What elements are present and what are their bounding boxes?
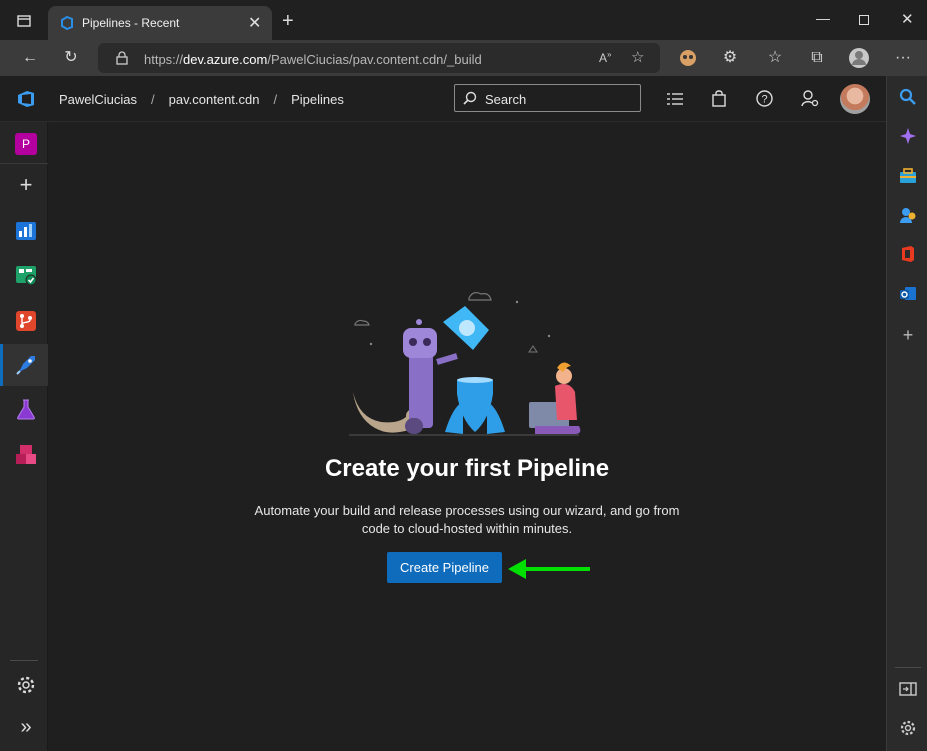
project-settings-gear-icon[interactable]: [15, 674, 37, 696]
user-settings-icon[interactable]: [801, 90, 819, 107]
new-tab-icon[interactable]: +: [282, 10, 294, 33]
breadcrumb-pipelines[interactable]: Pipelines: [291, 92, 344, 107]
favorites-icon[interactable]: ☆: [765, 48, 785, 68]
page-title: Create your first Pipeline: [324, 455, 610, 482]
overview-icon[interactable]: [15, 220, 37, 242]
collections-icon[interactable]: ⧉: [807, 48, 827, 68]
add-icon[interactable]: +: [15, 174, 37, 196]
more-icon[interactable]: ···: [893, 48, 913, 68]
main-content: Create your first Pipeline Automate your…: [49, 122, 886, 751]
office-icon[interactable]: [899, 245, 917, 263]
tab-title: Pipelines - Recent: [82, 16, 180, 30]
sidebar-search-icon[interactable]: [899, 88, 917, 106]
repos-icon[interactable]: [15, 310, 37, 332]
close-window-icon[interactable]: ✕: [901, 10, 914, 28]
boards-icon[interactable]: [15, 264, 37, 286]
task-list-icon[interactable]: [667, 92, 683, 106]
project-avatar[interactable]: P: [15, 133, 37, 155]
search-icon: [463, 91, 477, 105]
tab-close-icon[interactable]: ✕: [248, 13, 261, 33]
pipeline-illustration: [349, 292, 581, 436]
page-description: Automate your build and release processe…: [254, 503, 680, 536]
search-input[interactable]: Search: [454, 84, 641, 112]
read-aloud-icon[interactable]: A»: [599, 50, 611, 65]
shopping-tools-icon[interactable]: [899, 167, 917, 185]
minimize-icon[interactable]: —: [816, 10, 830, 26]
add-sidebar-app-icon[interactable]: +: [899, 326, 917, 344]
nav-divider: [0, 163, 48, 164]
address-bar[interactable]: https://dev.azure.com/PawelCiucias/pav.c…: [98, 43, 660, 73]
ado-header: PawelCiucias / pav.content.cdn / Pipelines S…: [0, 76, 886, 122]
breadcrumb: PawelCiucias / pav.content.cdn / Pipelines: [59, 92, 344, 107]
url-text: https://dev.azure.com/PawelCiucias/pav.c…: [144, 52, 482, 67]
azure-devops-logo-icon[interactable]: [16, 89, 36, 109]
sidebar-settings-gear-icon[interactable]: [899, 719, 917, 737]
azure-devops-favicon-icon: [61, 16, 73, 30]
breadcrumb-project[interactable]: pav.content.cdn: [169, 92, 260, 107]
url-host: dev.azure.com: [183, 52, 268, 67]
help-icon[interactable]: ?: [756, 90, 773, 107]
copilot-sparkle-icon[interactable]: [899, 127, 917, 145]
nav-divider-bottom: [10, 660, 38, 661]
breadcrumb-organization[interactable]: PawelCiucias: [59, 92, 137, 107]
browser-sidebar: +: [886, 76, 927, 751]
sidebar-divider: [895, 667, 921, 668]
create-pipeline-button[interactable]: Create Pipeline: [387, 552, 502, 583]
extension-avatar-icon[interactable]: [679, 49, 697, 67]
maximize-icon[interactable]: [859, 15, 869, 25]
address-toolbar: ← ↻ https://dev.azure.com/PawelCiucias/p…: [0, 40, 927, 76]
refresh-icon[interactable]: ↻: [61, 48, 81, 68]
expand-nav-chevron-icon[interactable]: »: [15, 716, 37, 738]
back-icon[interactable]: ←: [20, 48, 40, 68]
pipelines-icon[interactable]: [15, 354, 37, 376]
user-avatar[interactable]: [840, 84, 870, 114]
add-favorite-icon[interactable]: ☆: [631, 48, 644, 66]
extensions-icon[interactable]: ⚙: [720, 48, 740, 68]
people-icon[interactable]: [899, 206, 917, 224]
svg-text:?: ?: [761, 94, 767, 106]
profile-icon[interactable]: [848, 47, 870, 69]
browser-title-bar: Pipelines - Recent ✕ + — ✕: [0, 0, 927, 40]
artifacts-icon[interactable]: [15, 444, 37, 466]
url-prefix: https://: [144, 52, 184, 67]
annotation-arrow-button: [508, 559, 590, 579]
ado-left-nav: P + »: [0, 122, 48, 751]
search-placeholder: Search: [485, 92, 527, 107]
outlook-icon[interactable]: [899, 285, 917, 303]
lock-icon[interactable]: [116, 51, 128, 65]
url-path: /PawelCiucias/pav.content.cdn/_build: [267, 52, 482, 67]
hide-sidebar-icon[interactable]: [899, 680, 917, 698]
tab-actions-icon[interactable]: [17, 15, 31, 27]
browser-tab[interactable]: Pipelines - Recent ✕: [48, 6, 272, 40]
test-plans-icon[interactable]: [15, 398, 37, 420]
marketplace-bag-icon[interactable]: [712, 90, 726, 107]
